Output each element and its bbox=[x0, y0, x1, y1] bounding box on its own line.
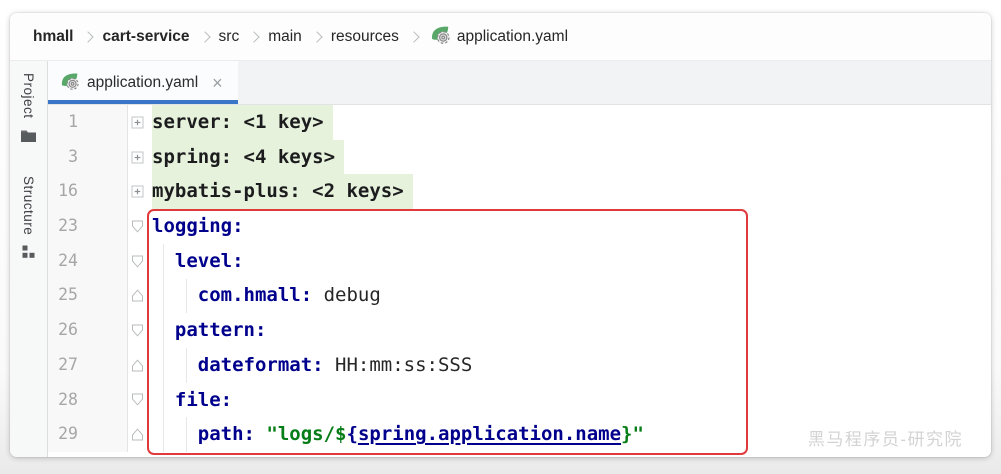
fold-collapse-start-icon[interactable] bbox=[128, 209, 146, 244]
line-number: 3 bbox=[48, 140, 128, 175]
code-text: com.hmall: debug bbox=[146, 278, 991, 313]
fold-collapse-start-icon[interactable] bbox=[128, 313, 146, 348]
close-icon[interactable]: × bbox=[212, 74, 223, 92]
fold-collapse-start-icon[interactable] bbox=[128, 383, 146, 418]
code-text: spring: <4 keys> bbox=[146, 140, 991, 175]
code-line: 26 pattern: bbox=[48, 313, 991, 348]
indent-guide bbox=[186, 417, 187, 452]
tab-label: application.yaml bbox=[87, 74, 198, 92]
chevron-right-icon bbox=[408, 31, 419, 42]
chevron-right-icon bbox=[311, 31, 322, 42]
line-number: 23 bbox=[48, 209, 128, 244]
line-number: 29 bbox=[48, 417, 128, 452]
yaml-file-icon bbox=[430, 24, 450, 49]
fold-collapse-end-icon[interactable] bbox=[128, 348, 146, 383]
line-number: 28 bbox=[48, 383, 128, 418]
code-text: logging: bbox=[146, 209, 991, 244]
editor-tab-bar: application.yaml × bbox=[48, 61, 991, 105]
folder-icon[interactable] bbox=[20, 128, 37, 148]
code-line: 28 file: bbox=[48, 383, 991, 418]
code-line: 23 logging: bbox=[48, 209, 991, 244]
breadcrumb-item-src[interactable]: src bbox=[219, 28, 240, 46]
indent-guide bbox=[186, 279, 187, 314]
code-line: 25 com.hmall: debug bbox=[48, 278, 991, 313]
code-text: level: bbox=[146, 244, 991, 279]
line-number: 24 bbox=[48, 244, 128, 279]
line-number: 16 bbox=[48, 174, 128, 209]
tool-window-stripe: Project Structure bbox=[10, 61, 48, 457]
breadcrumb-item-resources[interactable]: resources bbox=[331, 28, 399, 46]
code-text: server: <1 key> bbox=[146, 105, 991, 140]
indent-guide bbox=[163, 244, 164, 452]
code-editor[interactable]: 1 server: <1 key> 3 spring: <4 keys> 16 … bbox=[48, 105, 991, 457]
sidebar-item-structure[interactable]: Structure bbox=[21, 176, 36, 235]
breadcrumb-item-cart-service[interactable]: cart-service bbox=[102, 28, 189, 46]
tab-application-yaml[interactable]: application.yaml × bbox=[48, 61, 238, 104]
breadcrumb-item-main[interactable]: main bbox=[268, 28, 302, 46]
code-line: 1 server: <1 key> bbox=[48, 105, 991, 140]
fold-collapse-end-icon[interactable] bbox=[128, 417, 146, 452]
fold-expand-icon[interactable] bbox=[128, 105, 146, 140]
code-line: 27 dateformat: HH:mm:ss:SSS bbox=[48, 348, 991, 383]
line-number: 27 bbox=[48, 348, 128, 383]
chevron-right-icon bbox=[83, 31, 94, 42]
line-number: 25 bbox=[48, 278, 128, 313]
fold-collapse-start-icon[interactable] bbox=[128, 244, 146, 279]
breadcrumb-item-hmall[interactable]: hmall bbox=[33, 28, 73, 46]
code-text: file: bbox=[146, 383, 991, 418]
breadcrumb-item-file[interactable]: application.yaml bbox=[457, 28, 568, 46]
line-number: 1 bbox=[48, 105, 128, 140]
code-line: 24 level: bbox=[48, 244, 991, 279]
indent-guide bbox=[186, 348, 187, 383]
code-text: mybatis-plus: <2 keys> bbox=[146, 174, 991, 209]
yaml-file-icon bbox=[60, 71, 79, 95]
screenshot-root: hmall cart-service src main resources ap… bbox=[0, 0, 1001, 474]
code-text: pattern: bbox=[146, 313, 991, 348]
sidebar-item-project[interactable]: Project bbox=[21, 73, 36, 119]
chevron-right-icon bbox=[249, 31, 260, 42]
fold-collapse-end-icon[interactable] bbox=[128, 278, 146, 313]
code-line: 3 spring: <4 keys> bbox=[48, 140, 991, 175]
line-number: 26 bbox=[48, 313, 128, 348]
code-line: 16 mybatis-plus: <2 keys> bbox=[48, 174, 991, 209]
fold-expand-icon[interactable] bbox=[128, 140, 146, 175]
structure-icon[interactable] bbox=[21, 244, 36, 264]
ide-window: hmall cart-service src main resources ap… bbox=[10, 13, 991, 457]
breadcrumb: hmall cart-service src main resources ap… bbox=[10, 13, 991, 61]
watermark-text: 黑马程序员-研究院 bbox=[808, 425, 963, 450]
chevron-right-icon bbox=[199, 31, 210, 42]
fold-expand-icon[interactable] bbox=[128, 174, 146, 209]
code-text: dateformat: HH:mm:ss:SSS bbox=[146, 348, 991, 383]
